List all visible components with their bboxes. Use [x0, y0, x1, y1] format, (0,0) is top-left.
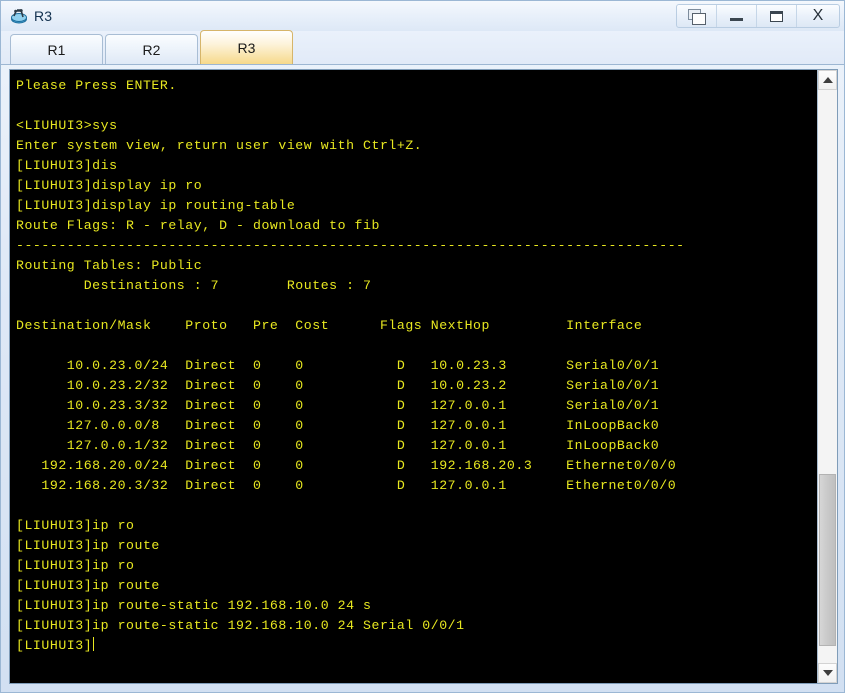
scrollbar-track[interactable]	[818, 90, 837, 663]
tab-r2[interactable]: R2	[105, 34, 198, 64]
terminal-cursor	[93, 637, 95, 651]
terminal-output[interactable]: Please Press ENTER. <LIUHUI3>sys Enter sys…	[10, 70, 817, 683]
terminal-line: [LIUHUI3]dis	[16, 158, 118, 173]
terminal-line: 127.0.0.0/8 Direct 0 0 D 127.0.0.1 InLoo…	[16, 418, 660, 433]
terminal-line: [LIUHUI3]ip route-static 192.168.10.0 24…	[16, 598, 372, 613]
tab-r1[interactable]: R1	[10, 34, 103, 64]
maximize-window-button[interactable]	[757, 5, 797, 27]
terminal-line: 192.168.20.3/32 Direct 0 0 D 127.0.0.1 E…	[16, 478, 677, 493]
terminal-line: 10.0.23.0/24 Direct 0 0 D 10.0.23.3 Seri…	[16, 358, 660, 373]
terminal-line: Destinations : 7 Routes : 7	[16, 278, 372, 293]
terminal-line: Please Press ENTER.	[16, 78, 177, 93]
tab-r1-label: R1	[47, 41, 66, 58]
router-console-window: R3 X R1 R2 R3 Please Press ENTER. <LIUHU…	[0, 0, 845, 693]
tab-r2-label: R2	[142, 41, 161, 58]
title-bar: R3 X	[1, 1, 844, 31]
terminal-line: 10.0.23.2/32 Direct 0 0 D 10.0.23.2 Seri…	[16, 378, 660, 393]
terminal-prompt-text: [LIUHUI3]	[16, 638, 93, 653]
terminal-line: Route Flags: R - relay, D - download to …	[16, 218, 380, 233]
minimize-window-button[interactable]	[717, 5, 757, 27]
tab-r3-label: R3	[237, 39, 256, 56]
tab-strip: R1 R2 R3	[1, 30, 844, 65]
scrollbar-thumb[interactable]	[819, 473, 836, 646]
chevron-up-icon	[822, 77, 833, 83]
terminal-line: Routing Tables: Public	[16, 258, 203, 273]
terminal-line: [LIUHUI3]ip route-static 192.168.10.0 24…	[16, 618, 465, 633]
terminal-line: 10.0.23.3/32 Direct 0 0 D 127.0.0.1 Seri…	[16, 398, 660, 413]
terminal-scrollbar[interactable]	[817, 70, 837, 683]
scrollbar-up-button[interactable]	[818, 70, 837, 90]
terminal-line: [LIUHUI3]ip route	[16, 538, 160, 553]
terminal-panel: Please Press ENTER. <LIUHUI3>sys Enter sys…	[9, 69, 838, 684]
restore-icon	[688, 8, 706, 25]
terminal-line: [LIUHUI3]display ip ro	[16, 178, 203, 193]
router-icon	[9, 6, 29, 26]
scrollbar-down-button[interactable]	[818, 663, 837, 683]
window-controls: X	[676, 4, 840, 28]
terminal-prompt-line: [LIUHUI3]	[16, 636, 817, 656]
terminal-line: 192.168.20.0/24 Direct 0 0 D 192.168.20.…	[16, 458, 677, 473]
terminal-line: 127.0.0.1/32 Direct 0 0 D 127.0.0.1 InLo…	[16, 438, 660, 453]
terminal-line: [LIUHUI3]display ip routing-table	[16, 198, 296, 213]
terminal-line: Destination/Mask Proto Pre Cost Flags Ne…	[16, 318, 643, 333]
terminal-line: [LIUHUI3]ip ro	[16, 518, 135, 533]
maximize-icon	[770, 10, 783, 22]
minimize-icon	[730, 18, 743, 21]
window-title: R3	[34, 8, 53, 24]
close-icon: X	[812, 7, 824, 24]
close-window-button[interactable]: X	[797, 5, 839, 27]
chevron-down-icon	[822, 670, 833, 676]
terminal-line: [LIUHUI3]ip route	[16, 578, 160, 593]
tab-r3[interactable]: R3	[200, 30, 293, 64]
terminal-line: [LIUHUI3]ip ro	[16, 558, 135, 573]
terminal-line: Enter system view, return user view with…	[16, 138, 423, 153]
terminal-line: <LIUHUI3>sys	[16, 118, 118, 133]
terminal-line: ----------------------------------------…	[16, 238, 685, 253]
restore-window-button[interactable]	[677, 5, 717, 27]
